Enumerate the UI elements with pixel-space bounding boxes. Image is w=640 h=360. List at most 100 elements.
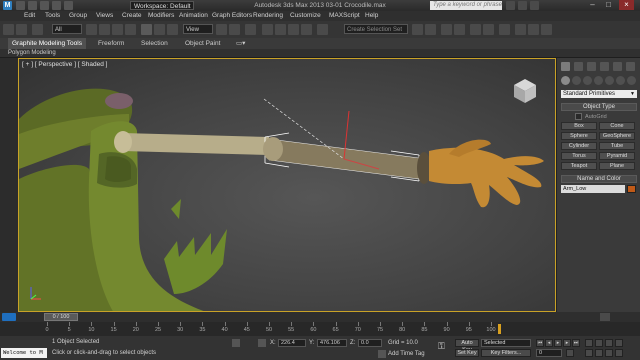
set-key-button[interactable]: Set Key	[455, 349, 479, 357]
plane-button[interactable]: Plane	[599, 162, 635, 170]
zoom-extents-all-icon[interactable]	[615, 339, 623, 347]
selection-region-icon[interactable]	[112, 24, 123, 35]
key-mode-dropdown[interactable]: Selected	[481, 339, 531, 347]
play-icon[interactable]: ▸	[554, 339, 562, 347]
zoom-extents-icon[interactable]	[605, 339, 613, 347]
time-config-icon[interactable]	[566, 349, 574, 357]
modify-tab-icon[interactable]	[574, 62, 583, 71]
key-icon[interactable]: ⚿	[438, 341, 450, 353]
add-time-tag[interactable]: Add Time Tag	[388, 351, 425, 357]
redo-icon[interactable]	[16, 24, 27, 35]
curve-editor-icon[interactable]	[470, 24, 481, 35]
go-to-start-icon[interactable]: ⏮	[536, 339, 544, 347]
close-button[interactable]: ×	[619, 0, 634, 10]
maximize-button[interactable]: □	[601, 0, 616, 10]
lock-selection-icon[interactable]	[232, 339, 240, 347]
mirror-icon[interactable]	[412, 24, 423, 35]
space-warps-icon[interactable]	[616, 76, 625, 85]
help-icon[interactable]	[530, 1, 539, 10]
frame-ruler[interactable]: 0 5 10 15 20 25 30 35 40 45 50 55 60 65 70 75 80 85 90 95 10…	[44, 322, 496, 336]
undo-icon[interactable]	[3, 24, 14, 35]
object-color-swatch[interactable]	[627, 185, 636, 193]
menu-item-maxscript[interactable]: MAXScript	[329, 11, 360, 21]
render-setup-icon[interactable]	[515, 24, 526, 35]
previous-frame-icon[interactable]: ◂	[545, 339, 553, 347]
field-of-view-icon[interactable]	[585, 349, 593, 357]
y-coordinate-field[interactable]: 476.106	[317, 339, 347, 347]
object-name-field[interactable]: Arm_Low	[561, 185, 625, 193]
time-tag-icon[interactable]	[378, 350, 386, 358]
layer-manager-icon[interactable]	[441, 24, 452, 35]
systems-icon[interactable]	[627, 76, 636, 85]
menu-item-tools[interactable]: Tools	[45, 11, 60, 21]
minimize-button[interactable]: –	[585, 0, 600, 10]
menu-item-create[interactable]: Create	[122, 11, 142, 21]
menu-item-edit[interactable]: Edit	[24, 11, 35, 21]
utilities-tab-icon[interactable]	[626, 62, 635, 71]
lights-icon[interactable]	[583, 76, 592, 85]
tab-object-paint[interactable]: Object Paint	[185, 38, 220, 49]
go-to-end-icon[interactable]: ⏭	[572, 339, 580, 347]
tab-graphite-modeling-tools[interactable]: Graphite Modeling Tools	[8, 38, 86, 49]
current-frame-field[interactable]: 0	[536, 349, 562, 357]
perspective-viewport[interactable]: [ + ] [ Perspective ] [ Shaded ]	[18, 58, 556, 312]
create-tab-icon[interactable]	[561, 62, 570, 71]
reference-coordinate-dropdown[interactable]: View	[183, 24, 213, 34]
maxscript-listener[interactable]: Welcome to M	[1, 348, 47, 358]
motion-tab-icon[interactable]	[600, 62, 609, 71]
primitive-type-dropdown[interactable]: Standard Primitives ▼	[561, 90, 637, 98]
menu-item-customize[interactable]: Customize	[290, 11, 321, 21]
x-coordinate-field[interactable]: 226.4	[278, 339, 306, 347]
edit-named-selection-icon[interactable]	[317, 24, 328, 35]
named-selection-dropdown[interactable]: Create Selection Set	[344, 24, 408, 34]
next-frame-icon[interactable]: ▸	[563, 339, 571, 347]
torus-button[interactable]: Torus	[561, 152, 597, 160]
mini-curve-editor-icon[interactable]	[2, 313, 16, 321]
menu-item-rendering[interactable]: Rendering	[253, 11, 283, 21]
graphite-toggle-icon[interactable]	[454, 24, 465, 35]
schematic-view-icon[interactable]	[483, 24, 494, 35]
geometry-icon[interactable]	[561, 76, 570, 85]
zoom-icon[interactable]	[585, 339, 593, 347]
zoom-all-icon[interactable]	[595, 339, 603, 347]
hierarchy-tab-icon[interactable]	[587, 62, 596, 71]
pyramid-button[interactable]: Pyramid	[599, 152, 635, 160]
viewcube[interactable]	[514, 79, 536, 103]
autogrid-checkbox[interactable]: AutoGrid	[575, 113, 607, 120]
spinner-snap-icon[interactable]	[301, 24, 312, 35]
box-button[interactable]: Box	[561, 122, 597, 130]
polygon-modeling-panel[interactable]: Polygon Modeling	[8, 49, 56, 57]
menu-item-modifiers[interactable]: Modifiers	[148, 11, 174, 21]
selection-filter-dropdown[interactable]: All	[52, 24, 82, 34]
scale-icon[interactable]	[167, 24, 178, 35]
time-slider-thumb[interactable]: 0 / 100	[44, 313, 78, 321]
cone-button[interactable]: Cone	[599, 122, 635, 130]
name-and-color-rollout[interactable]: Name and Color	[561, 175, 637, 183]
tube-button[interactable]: Tube	[599, 142, 635, 150]
menu-item-help[interactable]: Help	[365, 11, 378, 21]
select-object-icon[interactable]	[86, 24, 97, 35]
render-production-icon[interactable]	[541, 24, 552, 35]
menu-item-group[interactable]: Group	[69, 11, 87, 21]
geosphere-button[interactable]: GeoSphere	[599, 132, 635, 140]
move-icon[interactable]	[141, 24, 152, 35]
menu-item-animation[interactable]: Animation	[179, 11, 208, 21]
key-filters-button[interactable]: Key Filters...	[481, 349, 531, 357]
window-crossing-icon[interactable]	[125, 24, 136, 35]
orbit-icon[interactable]	[605, 349, 613, 357]
auto-key-button[interactable]: Auto Key	[455, 339, 479, 353]
percent-snap-icon[interactable]	[288, 24, 299, 35]
display-tab-icon[interactable]	[613, 62, 622, 71]
select-by-name-icon[interactable]	[99, 24, 110, 35]
angle-snap-icon[interactable]	[275, 24, 286, 35]
next-frame-arrow-icon[interactable]	[600, 313, 610, 321]
search-input[interactable]: Type a keyword or phrase	[430, 1, 502, 10]
pan-view-icon[interactable]	[595, 349, 603, 357]
tab-selection[interactable]: Selection	[141, 38, 168, 49]
search-icon[interactable]	[506, 1, 515, 10]
teapot-button[interactable]: Teapot	[561, 162, 597, 170]
menu-item-graph-editors[interactable]: Graph Editors	[212, 11, 252, 21]
snap-toggle-icon[interactable]	[262, 24, 273, 35]
absolute-mode-icon[interactable]	[258, 339, 266, 347]
z-coordinate-field[interactable]: 0.0	[358, 339, 382, 347]
